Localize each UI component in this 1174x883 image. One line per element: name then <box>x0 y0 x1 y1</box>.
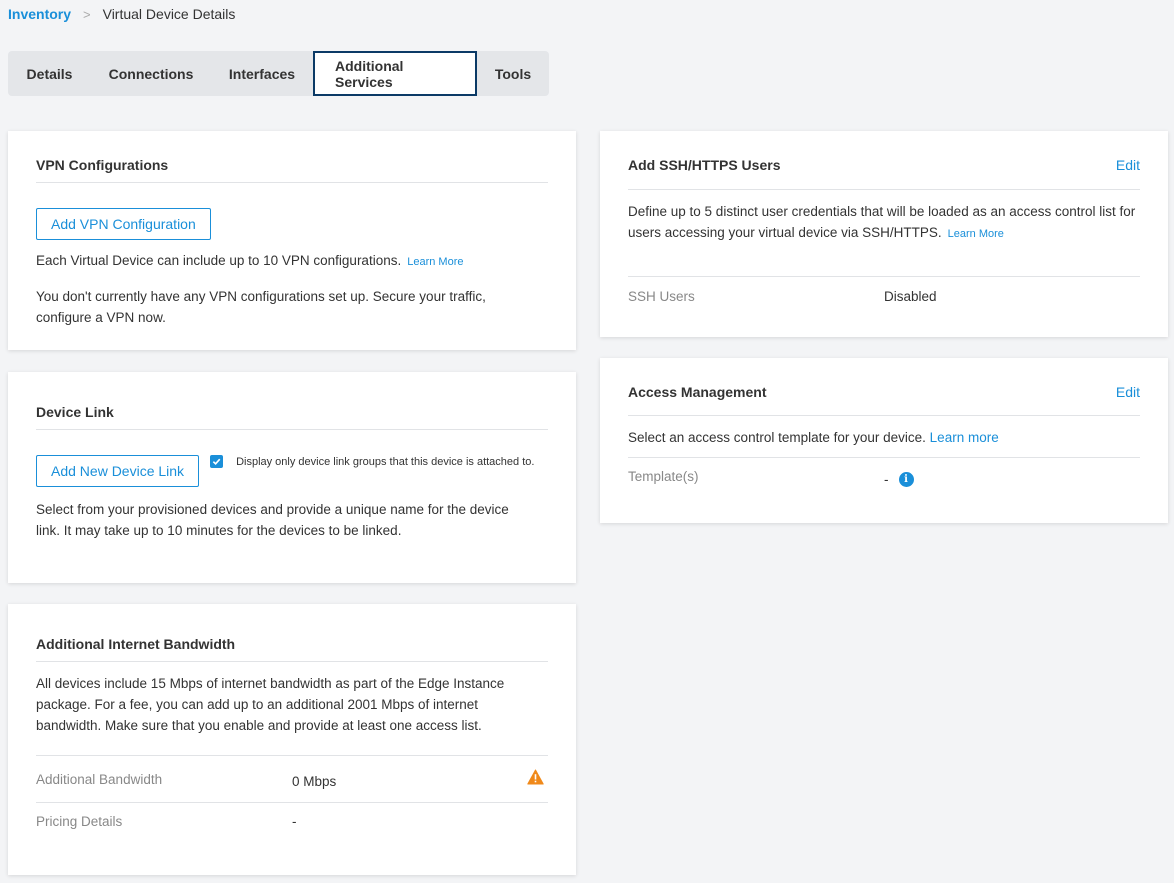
ssh-users-value: Disabled <box>884 288 937 304</box>
pricing-details-row: Pricing Details - <box>36 802 548 840</box>
template-value: - <box>884 472 889 487</box>
breadcrumb-current: Virtual Device Details <box>102 6 236 22</box>
info-icon[interactable]: i <box>898 472 914 487</box>
device-link-filter-label: Display only device link groups that thi… <box>236 456 535 468</box>
tab-tools[interactable]: Tools <box>477 51 549 96</box>
access-learn-more-link[interactable]: Learn more <box>930 430 999 445</box>
device-link-card-header: Device Link <box>36 372 548 430</box>
add-new-device-link-button[interactable]: Add New Device Link <box>36 455 200 487</box>
device-link-description: Select from your provisioned devices and… <box>36 502 509 538</box>
ssh-users-card: Add SSH/HTTPS Users Edit Define up to 5 … <box>600 131 1168 337</box>
device-link-card-title: Device Link <box>36 403 114 420</box>
tab-connections[interactable]: Connections <box>91 51 211 96</box>
ssh-users-card-title: Add SSH/HTTPS Users <box>628 157 781 173</box>
ssh-users-description-text: Define up to 5 distinct user credentials… <box>628 204 1136 240</box>
additional-bandwidth-row: Additional Bandwidth 0 Mbps <box>36 755 548 802</box>
additional-bandwidth-label: Additional Bandwidth <box>36 771 163 787</box>
ssh-learn-more-link[interactable]: Learn More <box>948 228 1004 240</box>
additional-bandwidth-value: 0 Mbps <box>292 773 337 789</box>
breadcrumb: Inventory > Virtual Device Details <box>8 6 235 22</box>
access-management-edit-link[interactable]: Edit <box>1116 384 1140 400</box>
chevron-right-icon: > <box>83 6 91 22</box>
pricing-details-value: - <box>292 814 297 829</box>
vpn-card-header: VPN Configurations <box>36 131 548 183</box>
tab-bar: Details Connections Interfaces Additiona… <box>8 51 549 96</box>
access-management-card-header: Access Management Edit <box>628 358 1140 416</box>
access-management-description: Select an access control template for yo… <box>628 427 1140 448</box>
breadcrumb-inventory-link[interactable]: Inventory <box>8 6 71 22</box>
ssh-users-card-header: Add SSH/HTTPS Users Edit <box>628 131 1140 190</box>
vpn-empty-text: You don't currently have any VPN configu… <box>36 289 486 325</box>
bandwidth-description: All devices include 15 Mbps of internet … <box>36 676 505 733</box>
access-management-description-text: Select an access control template for yo… <box>628 430 926 445</box>
ssh-users-label: SSH Users <box>628 288 695 304</box>
device-link-card: Device Link Add New Device Link Display … <box>8 372 576 583</box>
tab-interfaces[interactable]: Interfaces <box>211 51 313 96</box>
template-row: Template(s) - i <box>628 457 1140 497</box>
template-label: Template(s) <box>628 469 699 484</box>
vpn-card-title: VPN Configurations <box>36 156 169 173</box>
vpn-info: Each Virtual Device can include up to 10… <box>36 250 548 273</box>
tab-additional-services[interactable]: Additional Services <box>313 51 477 96</box>
device-link-filter-checkbox[interactable] <box>210 455 224 468</box>
tab-details[interactable]: Details <box>8 51 91 96</box>
checkmark-icon <box>212 458 221 466</box>
pricing-details-label: Pricing Details <box>36 814 123 829</box>
bandwidth-card-title: Additional Internet Bandwidth <box>36 635 236 652</box>
vpn-learn-more-link[interactable]: Learn More <box>407 256 463 268</box>
warning-icon <box>527 769 544 788</box>
access-management-card-title: Access Management <box>628 383 767 400</box>
vpn-info-text: Each Virtual Device can include up to 10… <box>36 253 402 268</box>
vpn-card: VPN Configurations Add VPN Configuration… <box>8 131 576 350</box>
add-vpn-configuration-button[interactable]: Add VPN Configuration <box>36 208 211 240</box>
ssh-users-edit-link[interactable]: Edit <box>1116 157 1140 173</box>
ssh-users-row: SSH Users Disabled <box>628 276 1140 315</box>
bandwidth-card: Additional Internet Bandwidth All device… <box>8 604 576 875</box>
ssh-users-description: Define up to 5 distinct user credentials… <box>628 201 1138 245</box>
access-management-card: Access Management Edit Select an access … <box>600 358 1168 523</box>
bandwidth-card-header: Additional Internet Bandwidth <box>36 604 548 662</box>
